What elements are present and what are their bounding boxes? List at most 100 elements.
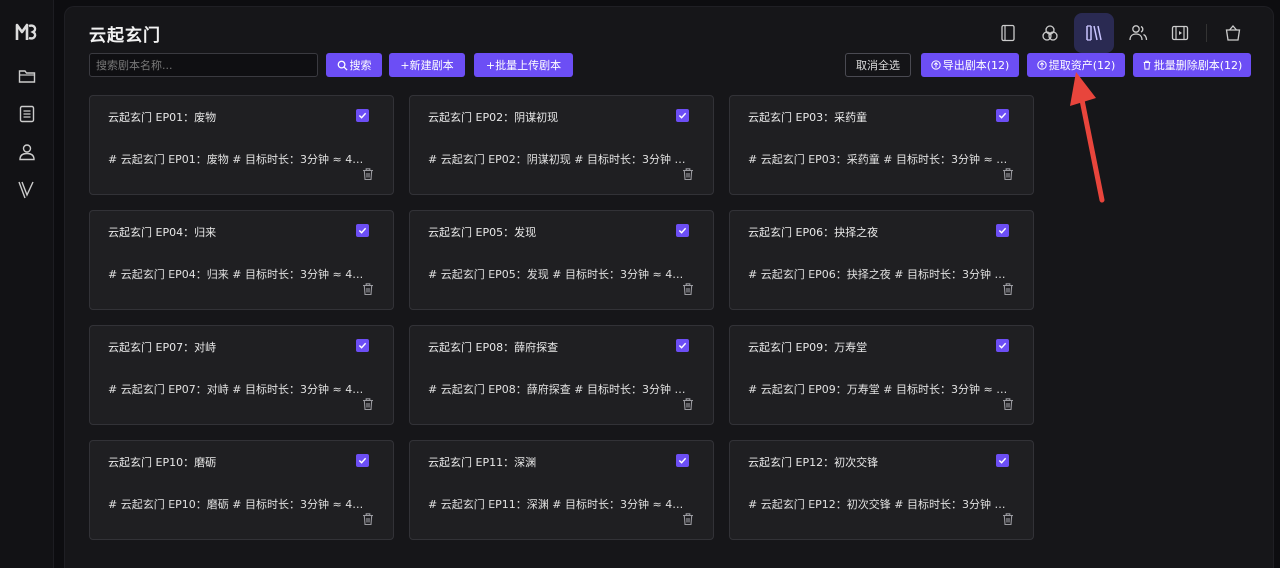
script-preview: # 云起玄门 EP05：发现 # 目标时长：3分钟 ≈ 450字... [428, 268, 690, 281]
script-title: 云起玄门 EP05：发现 [428, 226, 537, 239]
script-title: 云起玄门 EP11：深渊 [428, 456, 537, 469]
check-icon [678, 112, 687, 119]
batch-upload-label: +批量上传剧本 [485, 59, 562, 72]
script-preview: # 云起玄门 EP11：深渊 # 目标时长：3分钟 ≈ 450字... [428, 498, 690, 511]
script-card[interactable]: 云起玄门 EP11：深渊 # 云起玄门 EP11：深渊 # 目标时长：3分钟 ≈ … [409, 440, 714, 540]
batch-upload-button[interactable]: +批量上传剧本 [474, 53, 573, 77]
script-preview: # 云起玄门 EP06：抉择之夜 # 目标时长：3分钟 ≈ 45... [748, 268, 1010, 281]
users-icon[interactable] [1120, 15, 1156, 51]
check-icon [998, 227, 1007, 234]
select-checkbox[interactable] [356, 109, 369, 122]
script-title: 云起玄门 EP04：归来 [108, 226, 217, 239]
script-preview: # 云起玄门 EP09：万寿堂 # 目标时长：3分钟 ≈ 450... [748, 383, 1010, 396]
film-icon[interactable] [1162, 15, 1198, 51]
select-checkbox[interactable] [996, 109, 1009, 122]
new-script-label: +新建剧本 [400, 59, 454, 72]
search-input[interactable] [89, 53, 318, 77]
trash-icon[interactable] [681, 512, 695, 526]
trash-icon[interactable] [681, 167, 695, 181]
search-icon [337, 60, 348, 71]
script-card[interactable]: 云起玄门 EP09：万寿堂 # 云起玄门 EP09：万寿堂 # 目标时长：3分钟 … [729, 325, 1034, 425]
script-preview: # 云起玄门 EP08：薛府探查 # 目标时长：3分钟 ≈ 45... [428, 383, 690, 396]
extract-assets-label: 提取资产(12) [1048, 59, 1116, 72]
script-preview: # 云起玄门 EP01：废物 # 目标时长：3分钟 ≈ 450字... [108, 153, 370, 166]
script-preview: # 云起玄门 EP12：初次交锋 # 目标时长：3分钟 ≈ 45... [748, 498, 1010, 511]
sidebar [0, 0, 54, 568]
check-icon [358, 112, 367, 119]
script-title: 云起玄门 EP12：初次交锋 [748, 456, 879, 469]
trash-icon[interactable] [681, 282, 695, 296]
select-checkbox[interactable] [676, 109, 689, 122]
script-preview: # 云起玄门 EP03：采药童 # 目标时长：3分钟 ≈ 450... [748, 153, 1010, 166]
script-title: 云起玄门 EP02：阴谋初现 [428, 111, 559, 124]
check-icon [678, 342, 687, 349]
export-scripts-label: 导出剧本(12) [942, 59, 1010, 72]
script-card[interactable]: 云起玄门 EP01：废物 # 云起玄门 EP01：废物 # 目标时长：3分钟 ≈ … [89, 95, 394, 195]
check-icon [998, 342, 1007, 349]
search-button-label: 搜索 [349, 59, 372, 72]
library-icon[interactable] [1074, 13, 1114, 53]
trash-icon[interactable] [1001, 397, 1015, 411]
trash-icon[interactable] [361, 512, 375, 526]
script-preview: # 云起玄门 EP10：磨砺 # 目标时长：3分钟 ≈ 450字... [108, 498, 370, 511]
script-preview: # 云起玄门 EP07：对峙 # 目标时长：3分钟 ≈ 450字... [108, 383, 370, 396]
folder-icon[interactable] [16, 65, 38, 87]
select-checkbox[interactable] [996, 339, 1009, 352]
check-icon [358, 342, 367, 349]
script-card[interactable]: 云起玄门 EP05：发现 # 云起玄门 EP05：发现 # 目标时长：3分钟 ≈ … [409, 210, 714, 310]
toolbar-divider [1206, 24, 1207, 42]
v-icon[interactable] [16, 179, 38, 201]
script-grid: 云起玄门 EP01：废物 # 云起玄门 EP01：废物 # 目标时长：3分钟 ≈ … [89, 95, 1034, 540]
trash-icon[interactable] [361, 282, 375, 296]
batch-delete-label: 批量删除剧本(12) [1153, 59, 1243, 72]
check-icon [678, 227, 687, 234]
script-card[interactable]: 云起玄门 EP02：阴谋初现 # 云起玄门 EP02：阴谋初现 # 目标时长：3分… [409, 95, 714, 195]
trash-icon[interactable] [361, 397, 375, 411]
select-checkbox[interactable] [356, 224, 369, 237]
export-scripts-button[interactable]: 导出剧本(12) [921, 53, 1019, 77]
script-card[interactable]: 云起玄门 EP03：采药童 # 云起玄门 EP03：采药童 # 目标时长：3分钟 … [729, 95, 1034, 195]
select-checkbox[interactable] [676, 454, 689, 467]
deselect-all-button[interactable]: 取消全选 [845, 53, 911, 77]
script-title: 云起玄门 EP07：对峙 [108, 341, 217, 354]
check-icon [998, 112, 1007, 119]
trash-icon[interactable] [1001, 282, 1015, 296]
logo-icon [15, 23, 37, 40]
script-card[interactable]: 云起玄门 EP06：抉择之夜 # 云起玄门 EP06：抉择之夜 # 目标时长：3分… [729, 210, 1034, 310]
list-icon[interactable] [16, 103, 38, 125]
check-icon [998, 457, 1007, 464]
select-checkbox[interactable] [356, 339, 369, 352]
select-checkbox[interactable] [356, 454, 369, 467]
script-title: 云起玄门 EP01：废物 [108, 111, 217, 124]
script-card[interactable]: 云起玄门 EP07：对峙 # 云起玄门 EP07：对峙 # 目标时长：3分钟 ≈ … [89, 325, 394, 425]
circles-icon[interactable] [1032, 15, 1068, 51]
new-script-button[interactable]: +新建剧本 [389, 53, 465, 77]
top-toolbar [990, 13, 1251, 53]
script-card[interactable]: 云起玄门 EP10：磨砺 # 云起玄门 EP10：磨砺 # 目标时长：3分钟 ≈ … [89, 440, 394, 540]
script-title: 云起玄门 EP06：抉择之夜 [748, 226, 879, 239]
select-checkbox[interactable] [676, 224, 689, 237]
select-checkbox[interactable] [996, 224, 1009, 237]
bag-icon[interactable] [1215, 15, 1251, 51]
check-icon [678, 457, 687, 464]
script-card[interactable]: 云起玄门 EP12：初次交锋 # 云起玄门 EP12：初次交锋 # 目标时长：3分… [729, 440, 1034, 540]
user-icon[interactable] [16, 141, 38, 163]
script-preview: # 云起玄门 EP02：阴谋初现 # 目标时长：3分钟 ≈ 45... [428, 153, 690, 166]
trash-icon[interactable] [1001, 512, 1015, 526]
select-checkbox[interactable] [676, 339, 689, 352]
script-card[interactable]: 云起玄门 EP08：薛府探查 # 云起玄门 EP08：薛府探查 # 目标时长：3分… [409, 325, 714, 425]
batch-delete-button[interactable]: 批量删除剧本(12) [1133, 53, 1251, 77]
trash-icon[interactable] [1001, 167, 1015, 181]
main-panel: 云起玄门 搜索 +新建剧本 +批量上传剧本 取消全选 [64, 6, 1274, 568]
search-button[interactable]: 搜索 [326, 53, 382, 77]
extract-assets-button[interactable]: 提取资产(12) [1027, 53, 1125, 77]
notebook-icon[interactable] [990, 15, 1026, 51]
check-icon [358, 227, 367, 234]
script-title: 云起玄门 EP03：采药童 [748, 111, 868, 124]
select-checkbox[interactable] [996, 454, 1009, 467]
trash-icon[interactable] [681, 397, 695, 411]
trash-icon [1143, 60, 1151, 70]
trash-icon[interactable] [361, 167, 375, 181]
script-card[interactable]: 云起玄门 EP04：归来 # 云起玄门 EP04：归来 # 目标时长：3分钟 ≈ … [89, 210, 394, 310]
page-title: 云起玄门 [89, 26, 161, 46]
